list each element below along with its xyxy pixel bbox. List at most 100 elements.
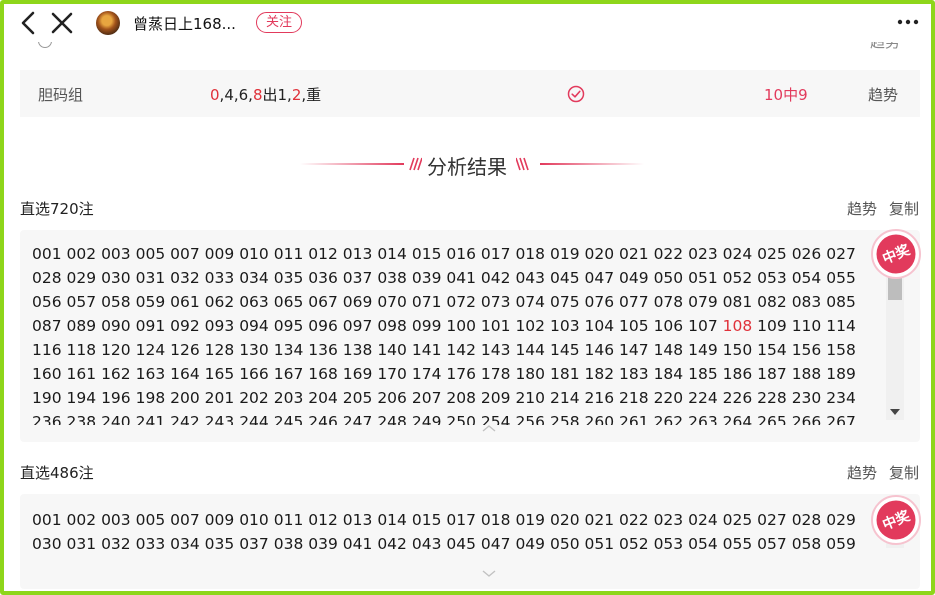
- number-item: 059: [135, 293, 166, 311]
- number-item: 001: [32, 511, 62, 529]
- number-item: 264: [722, 413, 753, 425]
- number-item: 087: [32, 317, 62, 335]
- number-item: 161: [66, 365, 97, 383]
- number-item: 128: [204, 341, 235, 359]
- number-item: 054: [688, 535, 718, 553]
- number-item: 041: [342, 535, 373, 553]
- number-line: 236 238 240 241 242 243 244 245 246 247 …: [32, 410, 862, 425]
- number-item: 039: [411, 269, 442, 287]
- number-item: 022: [619, 511, 649, 529]
- number-item: 052: [619, 535, 649, 553]
- number-line: 160 161 162 163 164 165 166 167 168 169 …: [32, 362, 862, 386]
- number-item: 002: [66, 245, 97, 263]
- number-item: 020: [584, 245, 615, 263]
- number-item: 167: [273, 365, 304, 383]
- copy-button[interactable]: 复制: [889, 462, 919, 483]
- number-item: 196: [101, 389, 131, 407]
- number-item: 024: [722, 245, 753, 263]
- number-item: 027: [757, 511, 787, 529]
- trend-link[interactable]: 趋势: [847, 462, 877, 483]
- number-item: 032: [101, 535, 131, 553]
- number-item: 245: [273, 413, 304, 425]
- number-item: 156: [791, 341, 822, 359]
- number-item: 050: [653, 269, 684, 287]
- author-name[interactable]: 曾蒸日上168...: [133, 13, 236, 34]
- number-item: 059: [826, 535, 856, 553]
- number-item: 079: [688, 293, 718, 311]
- number-item: 018: [515, 245, 546, 263]
- close-icon[interactable]: [50, 11, 74, 35]
- number-item: 114: [826, 317, 856, 335]
- row-trend-link[interactable]: 趋势: [868, 84, 898, 105]
- number-item: 031: [66, 535, 97, 553]
- number-item: 028: [32, 269, 62, 287]
- group-title: 直选720注: [20, 200, 94, 218]
- number-item: 242: [170, 413, 200, 425]
- number-item: 013: [342, 511, 373, 529]
- number-item: 140: [377, 341, 407, 359]
- number-item: 141: [411, 341, 442, 359]
- number-item: 181: [549, 365, 580, 383]
- row-name: 胆码组: [38, 86, 84, 104]
- number-item: 096: [308, 317, 338, 335]
- number-item: 138: [342, 341, 373, 359]
- number-item: 100: [446, 317, 476, 335]
- scroll-down-icon[interactable]: [890, 409, 900, 415]
- number-item: 013: [342, 245, 373, 263]
- number-item: 053: [757, 269, 787, 287]
- number-item: 005: [135, 245, 166, 263]
- number-item: 176: [446, 365, 476, 383]
- number-item: 015: [411, 511, 442, 529]
- number-box: 001 002 003 005 007 009 010 011 012 013 …: [20, 494, 920, 589]
- number-line: 028 029 030 031 032 033 034 035 036 037 …: [32, 266, 862, 290]
- number-line: 116 118 120 124 126 128 130 134 136 138 …: [32, 338, 862, 362]
- follow-button[interactable]: 关注: [256, 12, 303, 33]
- number-line: 001 002 003 005 007 009 010 011 012 013 …: [32, 242, 862, 266]
- number-item: 051: [584, 535, 615, 553]
- chevron-down-icon[interactable]: [482, 570, 496, 578]
- back-icon[interactable]: [18, 10, 40, 36]
- number-item: 010: [239, 511, 269, 529]
- number-item: 034: [170, 535, 200, 553]
- number-item: 248: [377, 413, 407, 425]
- number-item: 041: [446, 269, 476, 287]
- number-item: 184: [653, 365, 684, 383]
- number-item: 023: [688, 245, 718, 263]
- number-item: 266: [791, 413, 822, 425]
- number-item: 180: [515, 365, 546, 383]
- check-circle-icon: [567, 85, 585, 103]
- scrollbar[interactable]: [886, 264, 904, 420]
- number-item: 265: [757, 413, 787, 425]
- number-item: 202: [239, 389, 269, 407]
- number-item: 165: [204, 365, 235, 383]
- number-item: 056: [32, 293, 62, 311]
- trend-link[interactable]: 趋势: [847, 198, 877, 219]
- more-icon[interactable]: [897, 16, 919, 28]
- number-item: 067: [308, 293, 338, 311]
- number-item: 081: [722, 293, 753, 311]
- number-item: 094: [239, 317, 269, 335]
- number-item: 101: [480, 317, 511, 335]
- number-line: 001 002 003 005 007 009 010 011 012 013 …: [32, 508, 862, 532]
- section-header: 分析结果: [0, 150, 935, 179]
- number-item: 043: [411, 535, 442, 553]
- number-item: 058: [791, 535, 822, 553]
- copy-button[interactable]: 复制: [889, 198, 919, 219]
- avatar[interactable]: [96, 11, 120, 35]
- number-item: 062: [204, 293, 235, 311]
- number-item: 035: [273, 269, 304, 287]
- number-item: 209: [480, 389, 511, 407]
- number-item: 083: [791, 293, 822, 311]
- number-item: 007: [170, 511, 200, 529]
- number-item: 103: [549, 317, 580, 335]
- number-line: 030 031 032 033 034 035 037 038 039 041 …: [32, 532, 862, 556]
- number-item: 118: [66, 341, 97, 359]
- number-item: 144: [515, 341, 546, 359]
- chevron-up-icon[interactable]: [482, 424, 496, 432]
- divider-left: [300, 163, 404, 165]
- number-item: 214: [549, 389, 580, 407]
- number-item: 246: [308, 413, 338, 425]
- row-number-part: 出1,: [262, 86, 292, 104]
- number-item: 019: [515, 511, 546, 529]
- number-item: 005: [135, 511, 166, 529]
